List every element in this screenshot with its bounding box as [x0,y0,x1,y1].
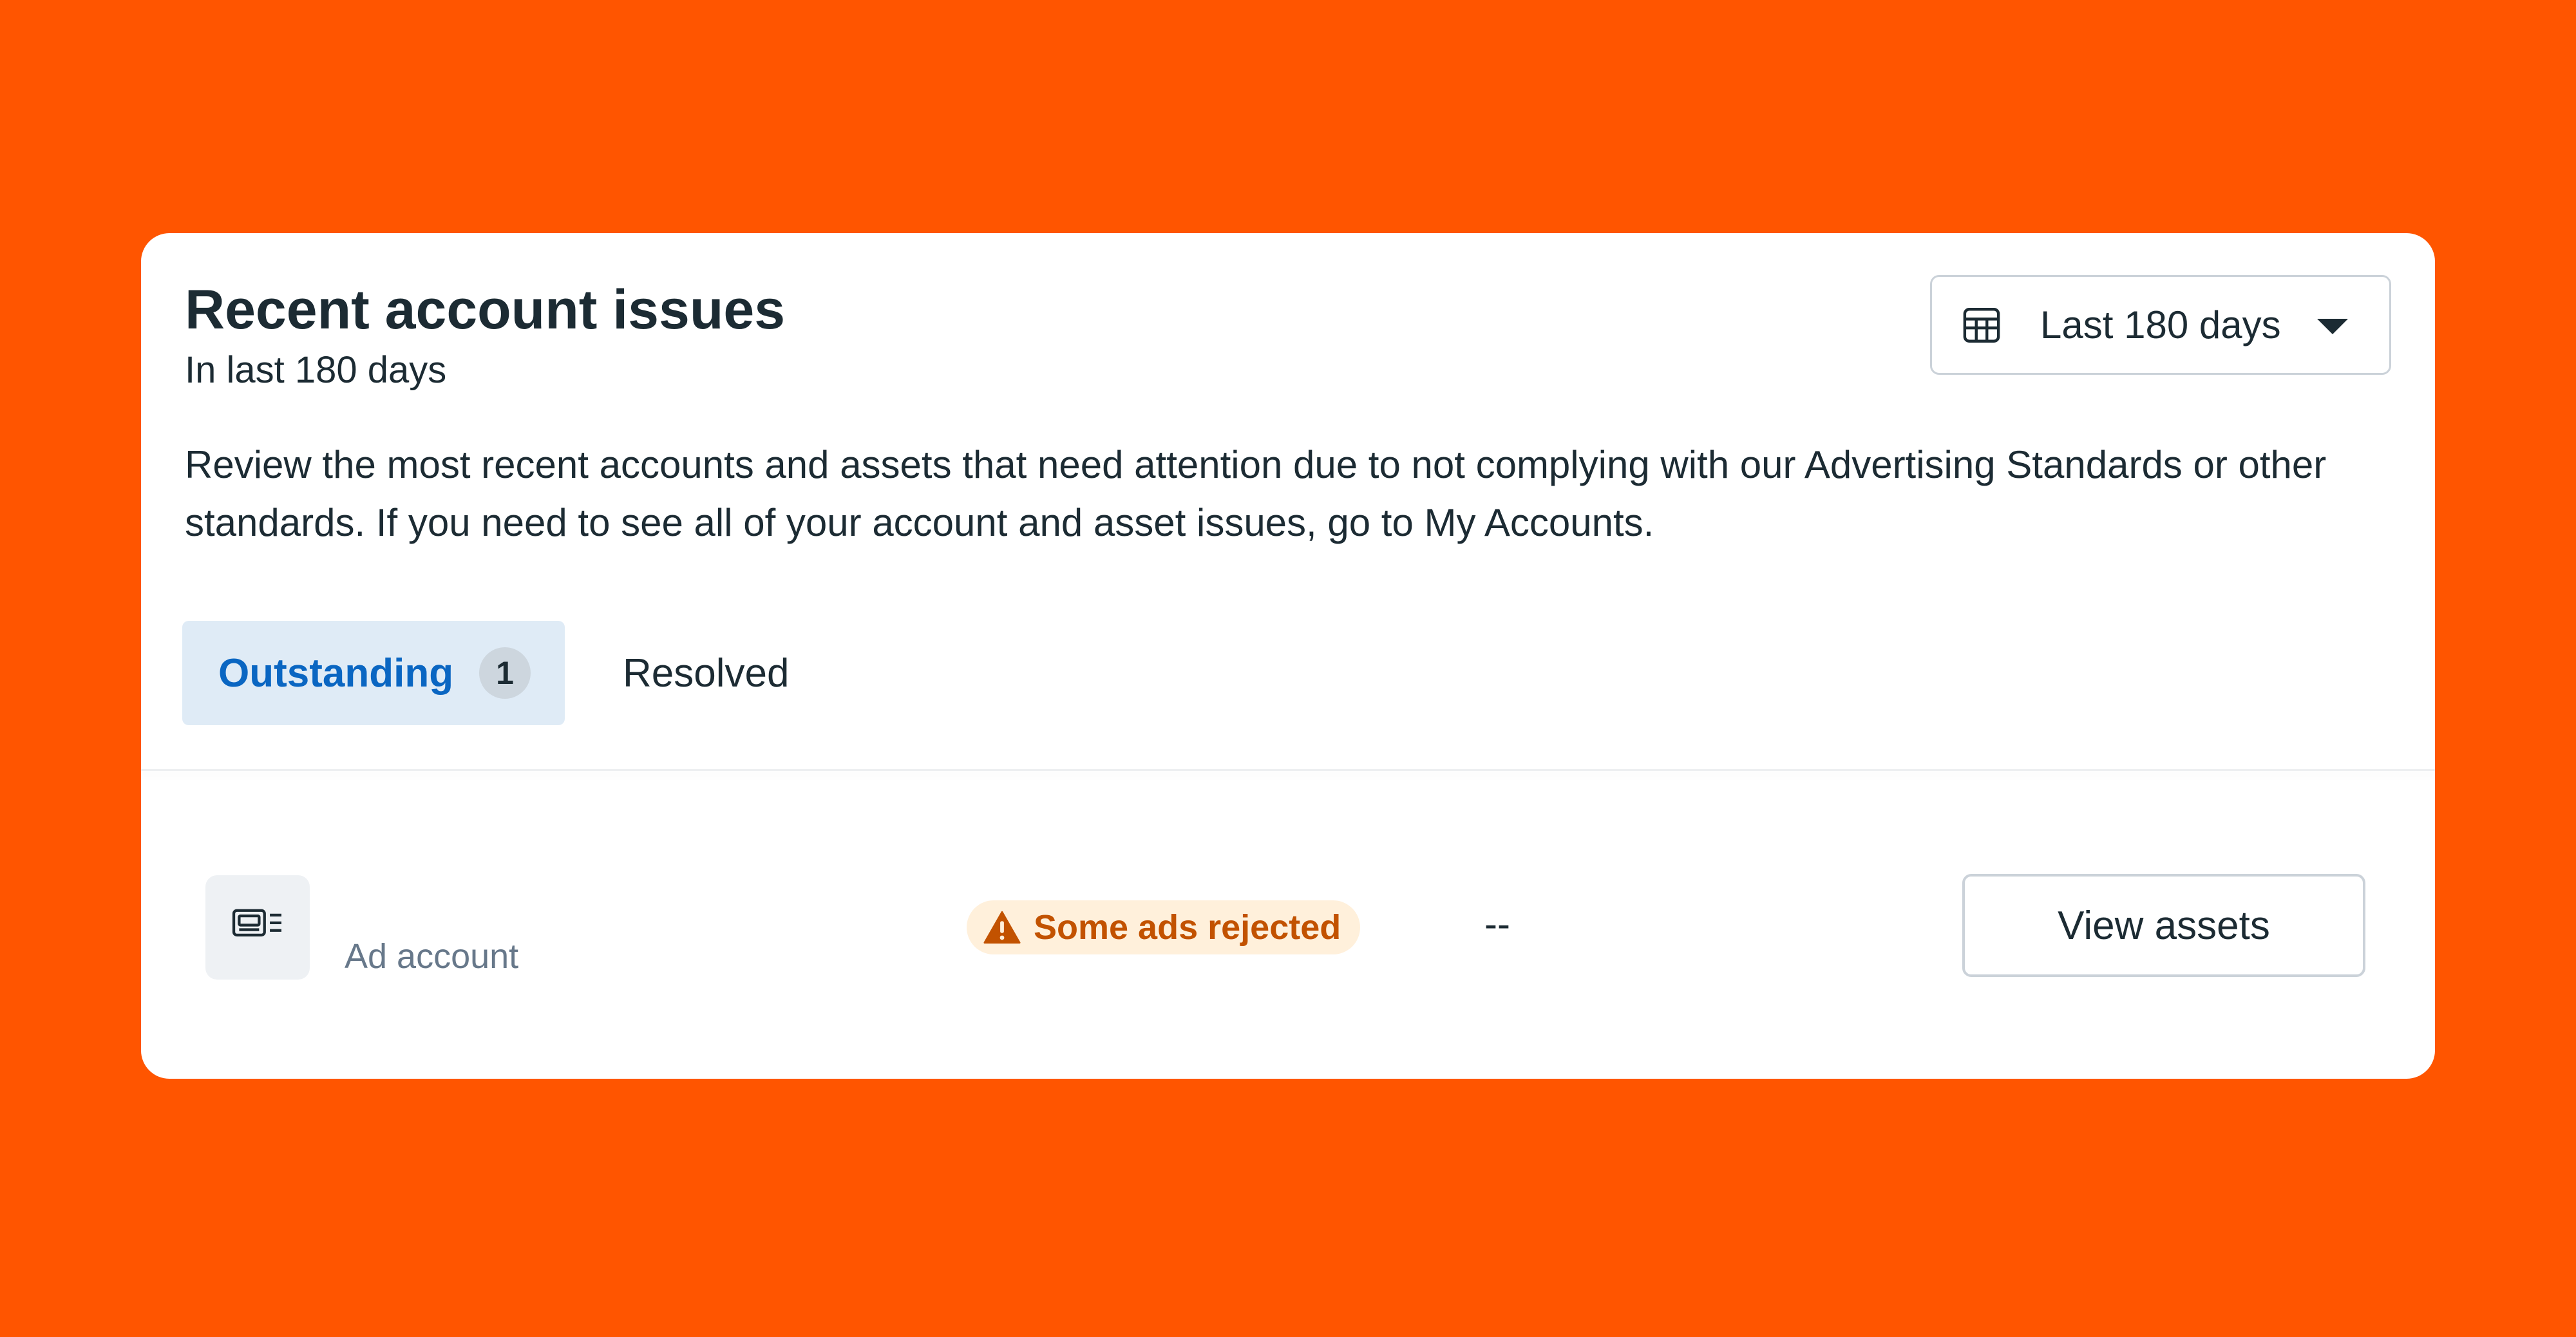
status-label: Some ads rejected [1034,908,1341,947]
ad-account-icon [205,875,310,980]
tab-resolved-label: Resolved [623,650,790,696]
section-divider [141,769,2435,771]
view-assets-button[interactable]: View assets [1962,874,2365,977]
status-badge: Some ads rejected [967,900,1361,954]
caret-down-icon [2317,318,2348,334]
tab-outstanding-label: Outstanding [218,650,454,696]
outstanding-count-badge: 1 [479,647,531,699]
calendar-icon [1959,303,2004,348]
tab-resolved[interactable]: Resolved [592,621,837,725]
card-title: Recent account issues [185,279,786,341]
card-subtitle: In last 180 days [185,349,447,391]
date-range-dropdown[interactable]: Last 180 days [1930,275,2391,375]
date-range-label: Last 180 days [2040,303,2281,346]
asset-type-label: Ad account [345,937,519,976]
warning-icon [983,910,1021,945]
tab-outstanding[interactable]: Outstanding 1 [182,621,565,725]
description-text: Review the most recent accounts and asse… [185,443,2327,544]
issue-value: -- [1484,902,1510,945]
